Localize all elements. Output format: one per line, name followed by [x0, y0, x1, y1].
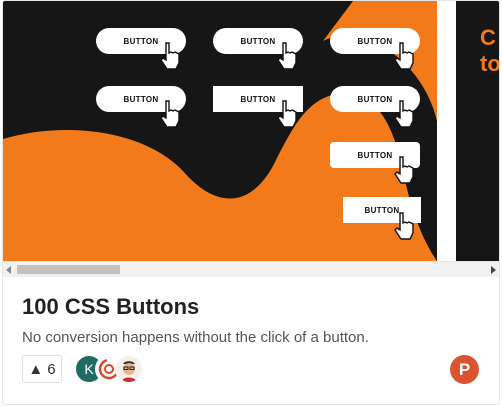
upvote-arrow-icon: ▲ — [28, 360, 44, 378]
slide-2-line-1: C — [480, 25, 496, 50]
user-face-icon — [116, 356, 142, 382]
gallery-slide-2[interactable]: C to — [456, 1, 500, 261]
sample-button-2-label: BUTTON — [240, 36, 276, 46]
hand-cursor-icon — [394, 156, 414, 184]
hand-cursor-icon — [277, 100, 297, 128]
scroll-left-arrow-icon[interactable] — [6, 266, 11, 274]
post-title[interactable]: 100 CSS Buttons — [22, 294, 199, 320]
hand-cursor-icon — [394, 42, 414, 70]
badge-letter: P — [458, 359, 471, 379]
hand-cursor-icon — [277, 42, 297, 70]
product-hunt-badge[interactable]: P — [450, 355, 479, 384]
slide-2-line-2: to — [480, 51, 500, 76]
upvote-button[interactable]: ▲ 6 — [22, 355, 62, 383]
sample-button-6-label: BUTTON — [357, 94, 393, 104]
avatar-initial: K — [84, 361, 94, 377]
hand-cursor-icon — [160, 100, 180, 128]
sample-button-4-label: BUTTON — [123, 94, 159, 104]
slide-2-headline: C to — [480, 25, 500, 77]
avatar[interactable] — [115, 355, 143, 383]
sample-button-7-label: BUTTON — [357, 150, 393, 160]
post-card[interactable]: BUTTON BUTTON BUTTON BUTTON BUTTON BUTTO… — [2, 0, 500, 405]
post-description: No conversion happens without the click … — [22, 329, 369, 346]
sample-button-5-label: BUTTON — [240, 94, 276, 104]
headline-line-2: imaginable. — [33, 207, 169, 235]
hand-cursor-icon — [160, 42, 180, 70]
sample-button-1-label: BUTTON — [123, 36, 159, 46]
headline-line-1: Every style — [33, 180, 163, 208]
sample-button-3-label: BUTTON — [357, 36, 393, 46]
upvote-count: 6 — [47, 360, 56, 378]
sample-button-8-label: BUTTON — [364, 205, 400, 215]
hand-cursor-icon — [394, 212, 414, 240]
gallery-slide-1[interactable]: BUTTON BUTTON BUTTON BUTTON BUTTON BUTTO… — [3, 1, 437, 261]
hand-cursor-icon — [394, 100, 414, 128]
image-gallery[interactable]: BUTTON BUTTON BUTTON BUTTON BUTTON BUTTO… — [3, 1, 500, 261]
scroll-right-arrow-icon[interactable] — [491, 266, 496, 274]
gallery-scrollbar[interactable] — [3, 261, 499, 277]
slide-headline: Every style imaginable. — [33, 180, 169, 235]
scrollbar-thumb[interactable] — [17, 265, 120, 274]
